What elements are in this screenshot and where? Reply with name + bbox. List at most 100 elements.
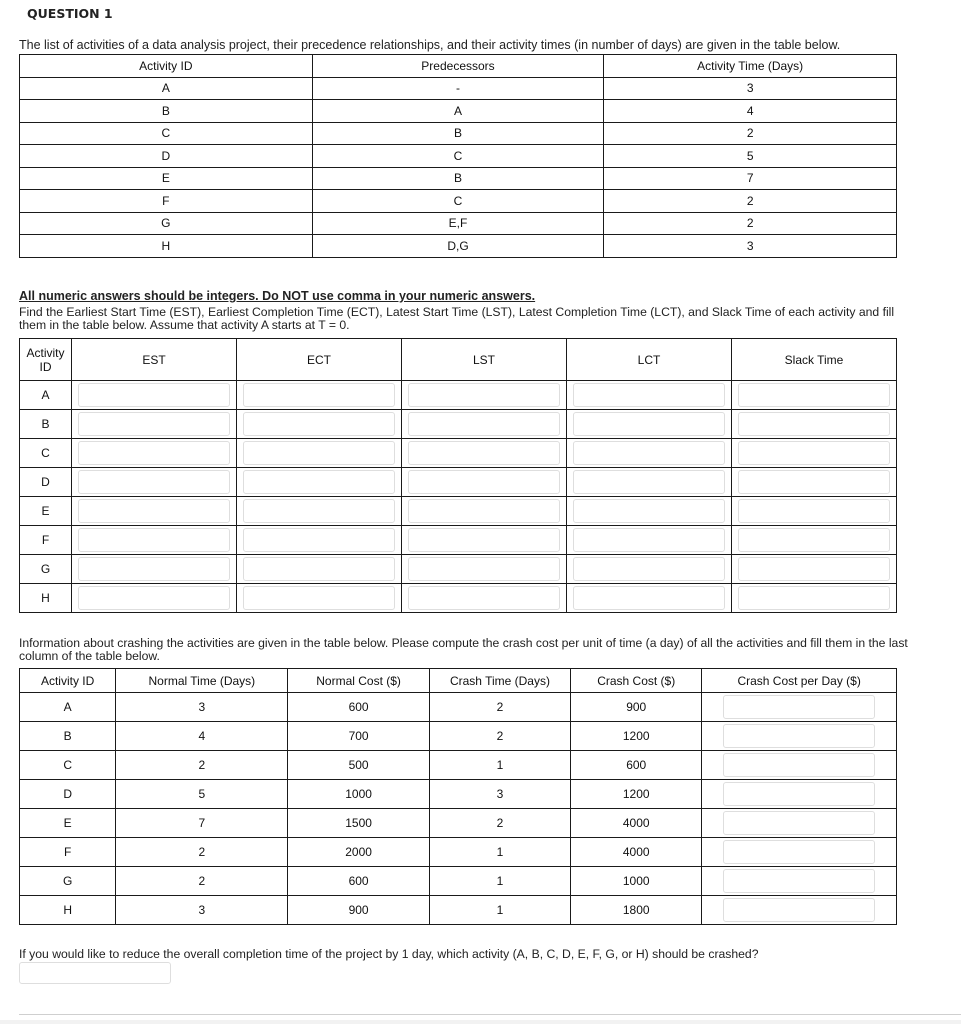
slack-time-input-b[interactable] [738, 412, 890, 436]
ect-input-f[interactable] [243, 528, 395, 552]
crash-cost-per-day-input-a[interactable] [723, 695, 876, 719]
est-input-b[interactable] [78, 412, 230, 436]
activity-time-cell: 7 [603, 166, 897, 190]
lst-input-d[interactable] [408, 470, 560, 494]
crash-time-cell: 1 [428, 837, 572, 867]
activity-time-cell: 3 [603, 234, 897, 258]
activity-id-cell: C [19, 438, 72, 468]
est-cell [71, 438, 237, 468]
lct-input-a[interactable] [573, 383, 725, 407]
est-input-f[interactable] [78, 528, 230, 552]
est-input-a[interactable] [78, 383, 230, 407]
activity-id-cell: H [19, 234, 313, 258]
crash-cost-per-day-cell [701, 895, 897, 925]
lct-input-f[interactable] [573, 528, 725, 552]
ect-input-b[interactable] [243, 412, 395, 436]
lct-input-b[interactable] [573, 412, 725, 436]
est-input-d[interactable] [78, 470, 230, 494]
lst-cell [401, 438, 567, 468]
crash-cost-per-day-input-h[interactable] [723, 898, 876, 922]
ect-cell [236, 496, 402, 526]
est-input-g[interactable] [78, 557, 230, 581]
table-row: C 2 500 1 600 [18, 750, 897, 780]
est-cell [71, 525, 237, 555]
lst-input-e[interactable] [408, 499, 560, 523]
slack-time-input-e[interactable] [738, 499, 890, 523]
activity-id-cell: E [19, 166, 313, 190]
est-input-e[interactable] [78, 499, 230, 523]
crash-cost-per-day-input-e[interactable] [723, 811, 876, 835]
predecessors-cell: C [311, 189, 605, 213]
lct-input-e[interactable] [573, 499, 725, 523]
slack-time-input-h[interactable] [738, 586, 890, 610]
lct-input-d[interactable] [573, 470, 725, 494]
lst-input-a[interactable] [408, 383, 560, 407]
ect-cell [236, 554, 402, 584]
ect-input-h[interactable] [243, 586, 395, 610]
lst-input-c[interactable] [408, 441, 560, 465]
table-header-row: Activity ID Normal Time (Days) Normal Co… [18, 668, 897, 693]
normal-cost-cell: 600 [287, 866, 430, 896]
lst-cell [401, 496, 567, 526]
crash-cost-per-day-input-b[interactable] [723, 724, 876, 748]
est-input-c[interactable] [78, 441, 230, 465]
activity-time-cell: 4 [603, 99, 897, 123]
table-row: BA4 [19, 99, 897, 123]
slack-time-input-a[interactable] [738, 383, 890, 407]
ect-input-c[interactable] [243, 441, 395, 465]
slack-time-input-f[interactable] [738, 528, 890, 552]
activities-table: Activity ID Predecessors Activity Time (… [19, 54, 897, 258]
crash-cost-per-day-cell [701, 779, 897, 809]
lst-input-f[interactable] [408, 528, 560, 552]
table-row: C [19, 438, 897, 468]
header-activity-id: Activity ID [19, 338, 72, 381]
crash-cost-per-day-cell [701, 866, 897, 896]
lct-input-c[interactable] [573, 441, 725, 465]
lst-input-g[interactable] [408, 557, 560, 581]
header-normal-cost: Normal Cost ($) [287, 668, 430, 693]
crash-cost-per-day-cell [701, 692, 897, 722]
normal-cost-cell: 900 [287, 895, 430, 925]
header-slack-time: Slack Time [731, 338, 897, 381]
crash-activity-answer-input[interactable] [19, 962, 171, 984]
activity-id-cell: D [18, 779, 117, 809]
lst-cell [401, 525, 567, 555]
crash-cost-per-day-input-d[interactable] [723, 782, 876, 806]
crash-cost-per-day-input-f[interactable] [723, 840, 876, 864]
ect-input-g[interactable] [243, 557, 395, 581]
slack-time-input-g[interactable] [738, 557, 890, 581]
table-row: D 5 1000 3 1200 [18, 779, 897, 809]
ect-input-e[interactable] [243, 499, 395, 523]
crash-cost-cell: 1200 [570, 779, 703, 809]
est-cell [71, 496, 237, 526]
activity-id-cell: F [19, 525, 72, 555]
slack-time-input-d[interactable] [738, 470, 890, 494]
ect-input-d[interactable] [243, 470, 395, 494]
activity-id-cell: C [18, 750, 117, 780]
activity-id-cell: H [19, 583, 72, 613]
activity-id-cell: B [18, 721, 117, 751]
crash-cost-per-day-cell [701, 837, 897, 867]
lct-input-g[interactable] [573, 557, 725, 581]
lst-cell [401, 554, 567, 584]
lst-input-b[interactable] [408, 412, 560, 436]
ect-input-a[interactable] [243, 383, 395, 407]
lst-input-h[interactable] [408, 586, 560, 610]
slack-time-cell [731, 554, 897, 584]
crash-cost-per-day-input-g[interactable] [723, 869, 876, 893]
lct-input-h[interactable] [573, 586, 725, 610]
predecessors-cell: B [311, 121, 605, 145]
est-input-h[interactable] [78, 586, 230, 610]
slack-time-input-c[interactable] [738, 441, 890, 465]
est-cell [71, 409, 237, 439]
lct-cell [566, 409, 732, 439]
table-row: G E,F 2 [19, 211, 897, 235]
predecessors-cell: - [311, 76, 605, 100]
crash-cost-per-day-input-c[interactable] [723, 753, 876, 777]
crash-cost-per-day-cell [701, 750, 897, 780]
est-cell [71, 583, 237, 613]
normal-cost-cell: 700 [287, 721, 430, 751]
schedule-table: Activity ID EST ECT LST LCT Slack Time A… [19, 338, 897, 613]
normal-cost-cell: 2000 [287, 837, 430, 867]
predecessors-cell: C [311, 144, 605, 168]
